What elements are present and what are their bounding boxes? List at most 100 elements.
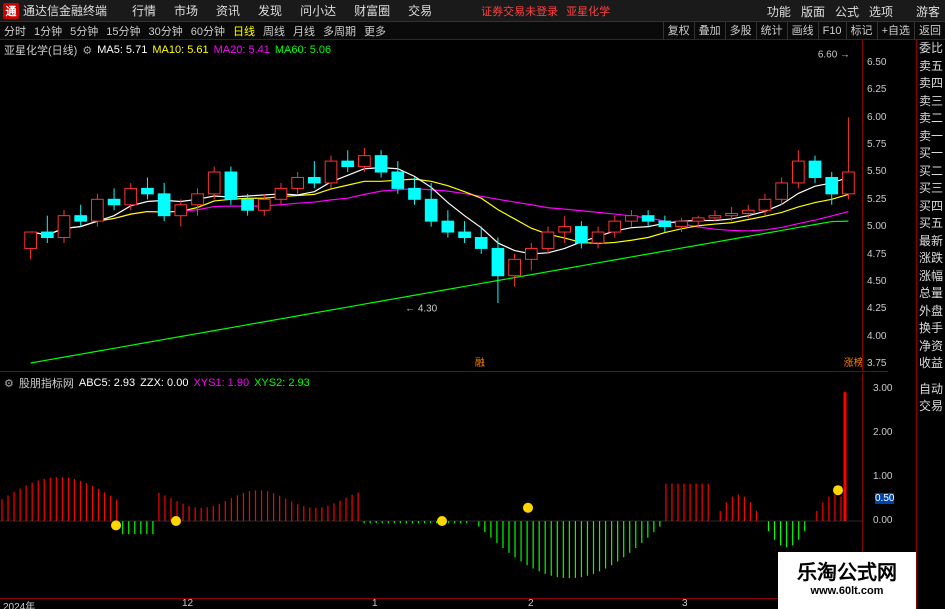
period-tab[interactable]: 15分钟 [102,23,144,39]
menu-item-options[interactable]: 选项 [864,3,898,20]
ma5-legend: MA5: 5.71 [97,44,148,56]
candle-body [207,171,221,195]
price-tick: 3.75 [867,358,887,369]
smiley-icon [523,502,533,513]
period-tab[interactable]: 5分钟 [66,23,102,39]
candle-body [474,237,488,249]
ma60-legend: MA60: 5.06 [274,44,332,56]
side-panel-item[interactable]: 自动 [917,381,945,399]
side-panel-item[interactable]: 买五 [917,215,945,233]
candle-body [708,215,722,219]
period-tab[interactable]: 周线 [259,23,289,39]
tool-button[interactable]: 返回 [914,22,945,40]
date-tick: 12 [182,598,194,609]
price-tick: 5.50 [867,166,887,178]
period-tab[interactable]: 月线 [289,23,319,39]
period-tab[interactable]: 多周期 [319,23,360,39]
app-name: 通达信金融终端 [23,4,108,18]
side-panel-item[interactable]: 卖五 [917,58,945,76]
side-panel-item[interactable]: 最新 [917,233,945,251]
tool-button[interactable]: 画线 [786,22,818,40]
ma60-line [30,220,849,364]
side-panel-item[interactable]: 买一 [917,145,945,163]
candle-body [524,247,538,260]
period-tab[interactable]: 更多 [360,23,390,39]
candle-body [124,187,138,206]
price-tick: 4.00 [867,330,887,342]
tool-button[interactable]: 多股 [724,22,756,40]
menu-item-quotes[interactable]: 行情 [123,2,165,19]
candle-body [508,258,521,277]
menu-item-ask[interactable]: 问小达 [291,2,345,19]
tool-button[interactable]: 标记 [845,22,877,40]
indicator-settings-icon[interactable]: ⚙ [4,377,14,390]
candle-body [40,231,54,239]
menu-item-discover[interactable]: 发现 [249,2,291,19]
side-panel-item[interactable]: 买三 [917,180,945,198]
indicator-legend: ⚙ 股朋指标网 ABC5: 2.93 ZZX: 0.00 XYS1: 1.90 … [4,375,310,391]
tool-button[interactable]: F10 [817,22,846,40]
tool-button[interactable]: 复权 [662,22,694,40]
period-tab[interactable]: 日线 [229,23,259,39]
candle-body [358,155,371,168]
app-logo-icon: 通 [3,2,19,19]
side-panel-item[interactable]: 卖四 [917,75,945,93]
side-panel-item[interactable]: 买四 [917,198,945,216]
side-panel-item[interactable]: 收益 [917,355,945,373]
date-tick: 2024年 [3,602,36,609]
period-tab[interactable]: 60分钟 [187,23,229,39]
main-legend: 亚星化学(日线) ⚙ MA5: 5.71 MA10: 5.61 MA20: 5.… [4,42,331,58]
tool-button[interactable]: 叠加 [693,22,725,40]
tool-button[interactable]: +自选 [876,22,914,40]
side-panel-item[interactable]: 总量 [917,285,945,303]
menu-item-trade[interactable]: 交易 [399,2,441,19]
watermark-url: www.60lt.com [810,585,884,597]
candle-body [808,160,822,178]
period-tab[interactable]: 30分钟 [145,23,187,39]
tool-button[interactable]: 统计 [755,22,787,40]
candle-body [308,176,321,184]
side-panel-item[interactable]: 净资 [917,338,945,356]
candlestick-chart[interactable]: 6.60 → ← 4.30 融 涨榜 [0,40,888,372]
side-panel-item[interactable]: 外盘 [917,303,945,321]
event-marker: 涨榜 [844,356,864,369]
indicator-chart[interactable] [0,373,862,598]
candle-body [341,160,355,168]
side-panel-item[interactable]: 交易 [917,398,945,416]
event-marker: 融 [475,357,485,369]
side-panel-item[interactable]: 卖二 [917,110,945,128]
side-panel-item[interactable]: 卖一 [917,128,945,146]
price-tick: 6.50 [867,56,887,68]
side-panel-item[interactable]: 买二 [917,163,945,181]
side-panel-item[interactable]: 委比 [917,40,945,58]
period-toolbar: 分时 1分钟 5分钟 15分钟 30分钟 60分钟 日线 周线 月线 多周期 更多 复权 叠加 多股 统计… [0,22,945,40]
smiley-icon [111,520,121,531]
candle-body [591,231,605,244]
candle-body [775,182,788,200]
period-tab[interactable]: 分时 [0,23,30,39]
menu-item-market[interactable]: 市场 [165,2,207,19]
menu-item-layout[interactable]: 版面 [796,3,830,20]
candle-body [658,220,672,228]
side-panel-item[interactable]: 涨幅 [917,268,945,286]
chart-tools: 复权 叠加 多股 统计 画线 F10 标记 +自选 返回 [662,22,945,40]
settings-icon[interactable]: ⚙ [82,44,92,57]
menu-item-function[interactable]: 功能 [762,3,796,20]
period-tab[interactable]: 1分钟 [30,23,66,39]
candle-body [625,215,638,222]
side-panel-item[interactable]: 涨跌 [917,250,945,268]
xys2-legend: XYS2: 2.93 [254,377,310,389]
side-panel-item[interactable]: 卖三 [917,93,945,111]
period-tabs: 分时 1分钟 5分钟 15分钟 30分钟 60分钟 日线 周线 月线 多周期 更多 [0,23,390,39]
menu-item-formula[interactable]: 公式 [830,3,864,20]
menu-item-wealth[interactable]: 财富圈 [345,2,399,19]
side-panel-item[interactable]: 换手 [917,320,945,338]
candle-body [191,193,204,206]
guest-button[interactable]: 游客 [898,3,945,20]
price-tick: 5.75 [867,139,887,151]
menu-item-news[interactable]: 资讯 [207,2,249,19]
indicator-tick: 0.00 [873,515,893,526]
candle-body [825,176,839,195]
login-warning[interactable]: 证券交易未登录 [481,3,558,19]
chart-title: 亚星化学(日线) [4,45,78,57]
